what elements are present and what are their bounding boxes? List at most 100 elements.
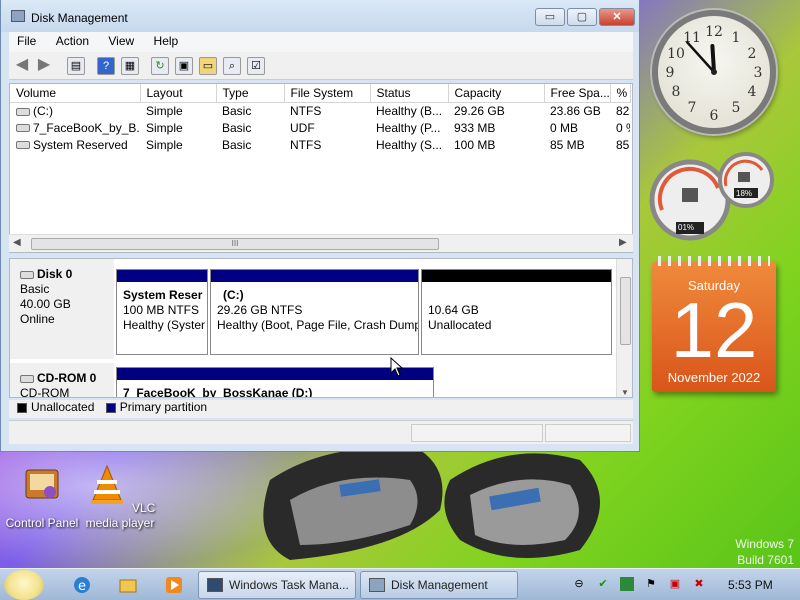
column-type[interactable]: Type [216,84,285,103]
column-capacity[interactable]: Capacity [448,84,545,103]
partition-size: 10.64 GB [428,303,479,317]
back-arrow-icon[interactable]: ◀ [13,57,31,75]
svg-text:12: 12 [705,24,723,40]
disk-size: 40.00 GB [20,297,71,311]
capacity-cell: 100 MB [454,137,496,152]
volume-name: (C:) [33,103,53,118]
taskbar-disk-management[interactable]: Disk Management [360,571,518,599]
menu-bar: File Action View Help [9,32,633,52]
table-row[interactable]: System Reserved Simple Basic NTFS Health… [10,136,630,153]
scroll-down-icon[interactable]: ▼ [621,388,629,397]
partition-c[interactable]: (C:) 29.26 GB NTFS Healthy (Boot, Page F… [210,269,419,355]
task-manager-icon [207,578,223,592]
minimize-button[interactable]: ▭ [535,8,565,26]
volume-name: 7_FaceBooK_by_B... [33,120,140,135]
start-button[interactable] [4,570,44,600]
watermark-line-1: Windows 7 [735,537,794,551]
status-segment [411,424,543,442]
forward-arrow-icon[interactable]: ▶ [35,57,53,75]
properties-icon[interactable]: ▦ [121,57,139,75]
calendar-gadget[interactable]: Saturday 12 November 2022 [652,256,776,392]
table-row[interactable]: 7_FaceBooK_by_B... Simple Basic UDF Heal… [10,119,630,136]
windows-explorer-icon[interactable] [118,575,138,595]
column-volume[interactable]: Volume [10,84,141,103]
show-hide-tree-icon[interactable]: ▤ [67,57,85,75]
volume-list-pane: Volume Layout Type File System Status Ca… [9,83,633,253]
watermark-line-2: Build 7601 [737,553,794,567]
cdrom-icon [20,374,34,383]
partition-system-reserved[interactable]: System Reser 100 MB NTFS Healthy (Syster [116,269,208,355]
svg-text:e: e [78,579,86,594]
taskbar-clock[interactable]: 5:53 PM [728,578,773,592]
vertical-scrollbar[interactable]: ▼ [616,259,632,397]
legend-swatch-primary [105,402,116,413]
column-file-system[interactable]: File System [284,84,371,103]
task-label: Windows Task Mana... [229,578,349,592]
status-segment [545,424,631,442]
disk-management-window: Disk Management ▭ ▢ ✕ File Action View H… [0,0,640,452]
partition-color-bar [117,368,433,380]
column-free-space[interactable]: Free Spa... [544,84,611,103]
type-cell: Basic [222,137,252,152]
security-shield-icon[interactable]: ✔ [596,577,610,591]
calendar-day-number: 12 [670,286,758,374]
menu-help[interactable]: Help [146,32,187,50]
partition-cdrom[interactable]: 7_FaceBooK_by_BossKanae (D:) [116,367,434,397]
partition-unallocated[interactable]: 10.64 GB Unallocated [421,269,612,355]
search-icon[interactable]: ⌕ [223,57,241,75]
cdrom-0-label[interactable]: CD-ROM 0 CD-ROM [10,363,114,397]
wallpaper-sneakers [263,448,600,560]
cpu-value: 01% [678,223,695,232]
partition-title [428,288,605,303]
column-layout[interactable]: Layout [140,84,217,103]
horizontal-scrollbar[interactable]: ◀ III ▶ [9,234,633,252]
table-row[interactable]: (C:) Simple Basic NTFS Healthy (B... 29.… [10,102,630,119]
title-bar[interactable]: Disk Management ▭ ▢ ✕ [1,0,639,32]
desktop-icon-vlc[interactable]: VLC media player [78,462,162,531]
column-status[interactable]: Status [370,84,449,103]
action-center-flag-icon[interactable]: ⚑ [644,577,658,591]
svg-text:8: 8 [672,84,681,100]
disk-management-icon [369,578,385,592]
clock-gadget[interactable]: 12 1 2 345 678 9 10 11 [652,10,776,134]
svg-text:6: 6 [710,108,719,124]
scroll-thumb[interactable]: III [31,238,439,250]
volume-table: Volume Layout Type File System Status Ca… [10,84,631,153]
scroll-left-icon[interactable]: ◀ [13,237,21,248]
legend-label-primary: Primary partition [119,400,208,414]
close-button[interactable]: ✕ [599,8,635,26]
desktop-icon-label: Control Panel [5,516,79,530]
drive-icon [16,107,30,116]
column-percent-free[interactable]: % F [610,84,631,103]
menu-action[interactable]: Action [48,32,97,50]
partition-status: Healthy (Boot, Page File, Crash Dump [217,318,418,332]
status-cell: Healthy (P... [376,120,441,135]
rescan-disks-icon[interactable]: ▣ [175,57,193,75]
scroll-right-icon[interactable]: ▶ [619,237,627,248]
help-icon[interactable]: ? [97,57,115,75]
disk-state: Online [20,312,55,326]
volume-muted-icon[interactable]: ✖ [692,577,706,591]
cpu-meter-gadget[interactable]: 01% 18% [648,148,778,248]
svg-text:2: 2 [748,46,757,62]
media-player-icon[interactable] [164,575,184,595]
window-title: Disk Management [31,11,128,25]
checklist-icon[interactable]: ☑ [247,57,265,75]
maximize-button[interactable]: ▢ [567,8,597,26]
network-icon[interactable]: ▣ [668,577,682,591]
refresh-icon[interactable]: ↻ [151,57,169,75]
taskbar-task-manager[interactable]: Windows Task Mana... [198,571,356,599]
menu-view[interactable]: View [100,32,142,50]
battery-icon[interactable] [620,577,634,591]
internet-explorer-icon[interactable]: e [72,575,92,595]
disk-0-label[interactable]: Disk 0 Basic 40.00 GB Online [10,259,114,359]
open-folder-icon[interactable]: ▭ [199,57,217,75]
partition-title: System Reser [123,288,203,302]
disk-name: Disk 0 [37,267,73,281]
tray-chevron-icon[interactable]: ⊖ [572,577,586,591]
svg-text:7: 7 [688,100,697,116]
desktop-icon-control-panel[interactable]: Control Panel [0,462,84,531]
scroll-thumb[interactable] [620,277,631,345]
menu-file[interactable]: File [9,32,44,50]
clock-face-icon: 12 12 345 678 91011 [666,24,763,124]
